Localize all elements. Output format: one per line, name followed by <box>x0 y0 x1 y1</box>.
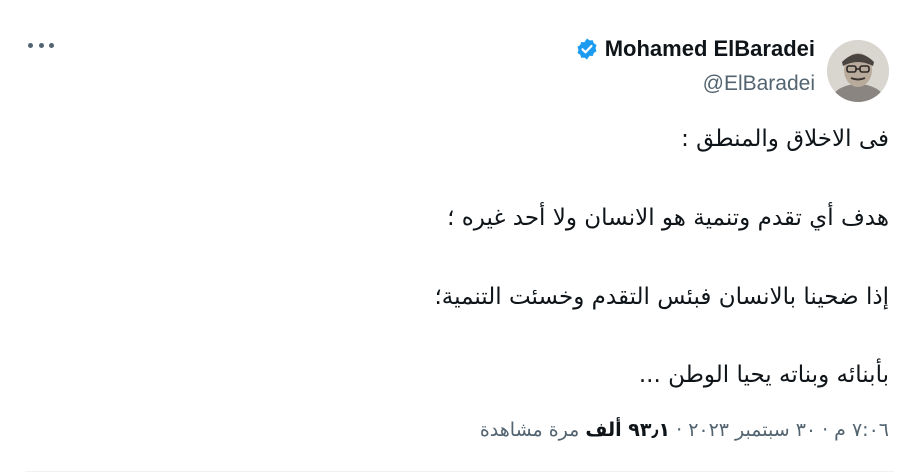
tweet-line-4: بأبنائه وبناته يحيا الوطن ... <box>638 362 889 388</box>
author-name-row[interactable]: Mohamed ElBaradei <box>575 36 815 62</box>
tweet-meta: ٧:٠٦ م · ٣٠ سبتمبر ٢٠٢٣ · ٩٣٫١ ألف مرة م… <box>480 419 889 441</box>
divider <box>25 471 894 472</box>
author-handle[interactable]: @ElBaradei <box>703 72 815 96</box>
tweet-date[interactable]: ٣٠ سبتمبر ٢٠٢٣ <box>688 419 816 441</box>
verified-badge-icon <box>575 37 599 61</box>
meta-separator: · <box>822 419 829 441</box>
tweet-line-2: هدف أي تقدم وتنمية هو الانسان ولا أحد غي… <box>447 205 889 231</box>
display-name[interactable]: Mohamed ElBaradei <box>605 36 815 62</box>
views-count: ٩٣٫١ ألف <box>585 419 671 441</box>
tweet-time[interactable]: ٧:٠٦ م <box>834 419 889 441</box>
avatar[interactable] <box>827 40 889 102</box>
more-options-icon[interactable] <box>28 40 54 50</box>
avatar-photo-icon <box>827 40 889 102</box>
tweet-line-1: فى الاخلاق والمنطق : <box>681 126 889 152</box>
meta-separator: · <box>676 419 683 441</box>
views-label: مرة مشاهدة <box>479 419 580 441</box>
tweet-line-3: إذا ضحينا بالانسان فبئس التقدم وخسئت الت… <box>434 284 889 310</box>
tweet-card: Mohamed ElBaradei @ElBaradei فى الاخلاق … <box>0 0 919 475</box>
